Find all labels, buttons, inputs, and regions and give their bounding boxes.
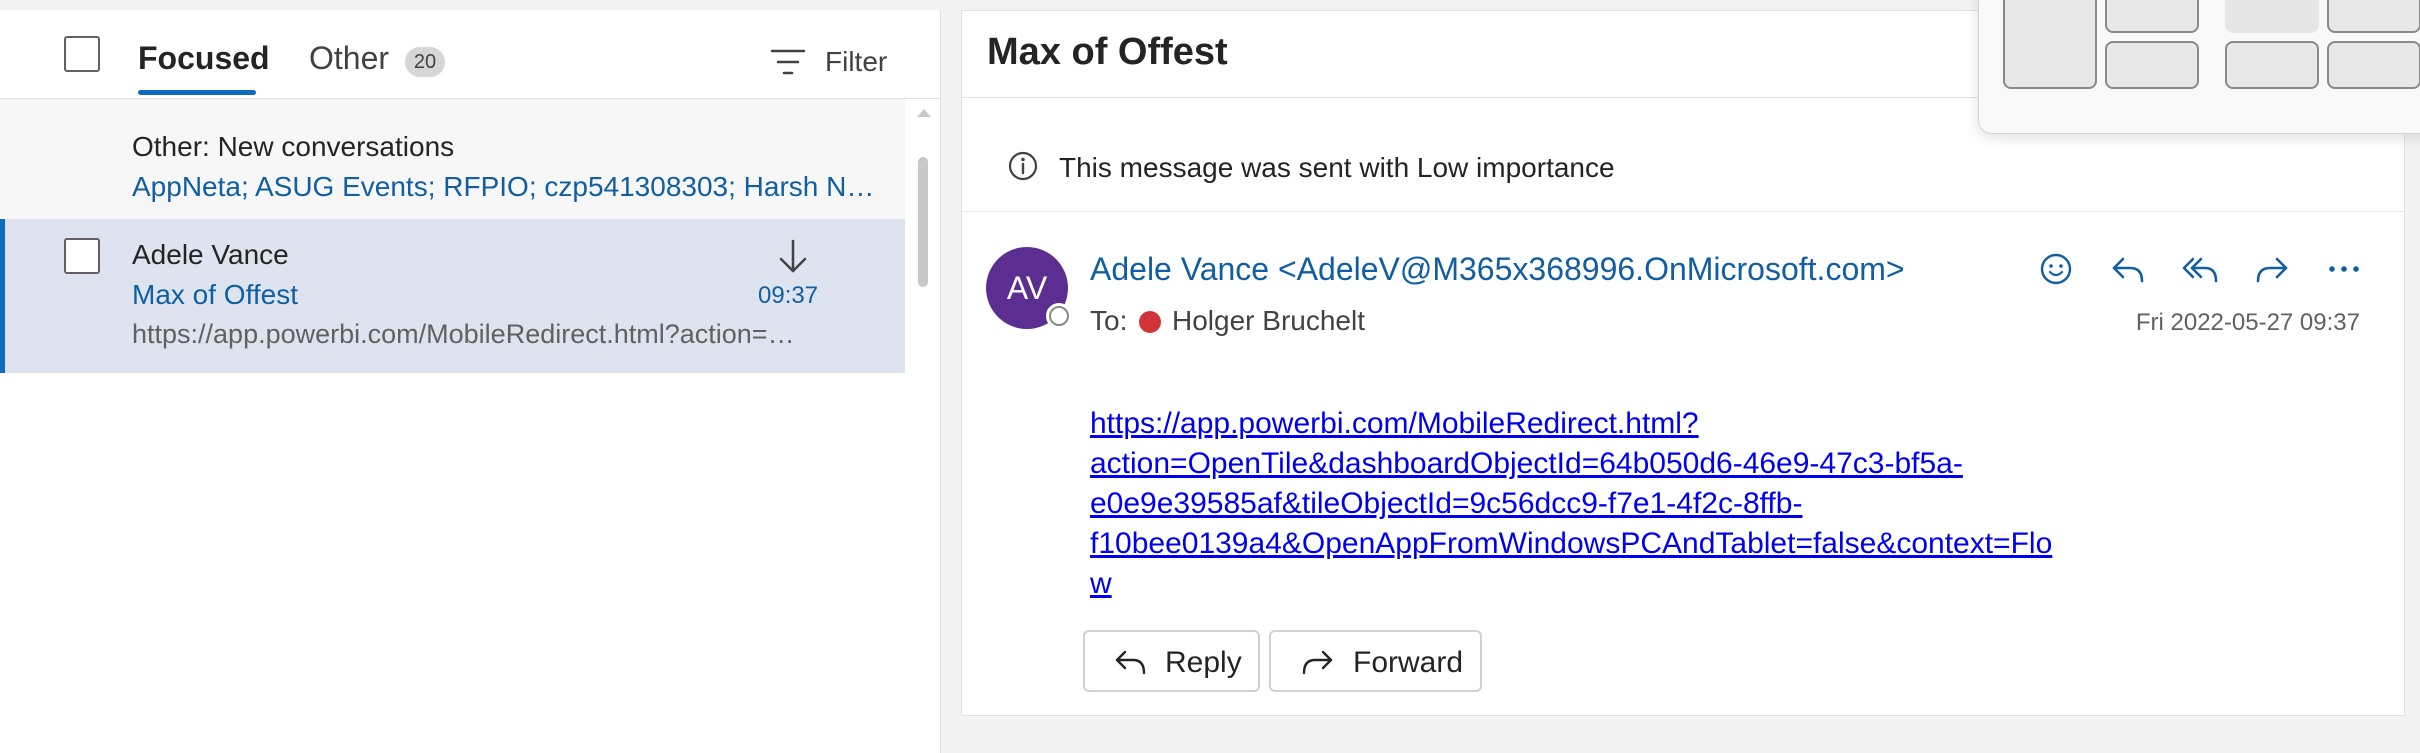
message-list-pane: Focused Other 20 Filter Other: New conve… bbox=[0, 10, 941, 753]
sent-date: Fri 2022-05-27 09:37 bbox=[2135, 309, 2360, 336]
message-body-link[interactable]: https://app.powerbi.com/MobileRedirect.h… bbox=[1090, 404, 2070, 604]
recipient-presence-busy-icon bbox=[1139, 311, 1161, 333]
forward-action-button[interactable] bbox=[2248, 245, 2296, 293]
forward-button-label: Forward bbox=[1353, 646, 1464, 679]
reply-button-label: Reply bbox=[1165, 646, 1242, 679]
emoji-react-icon bbox=[2040, 253, 2072, 285]
snap-zone-left-half[interactable] bbox=[2003, 0, 2097, 89]
snap-zone-quad-bottom-left[interactable] bbox=[2225, 41, 2319, 89]
tab-focused[interactable]: Focused bbox=[138, 40, 270, 77]
reply-all-action-button[interactable] bbox=[2176, 245, 2224, 293]
snap-zone-quad-top-left[interactable] bbox=[2225, 0, 2319, 33]
reply-icon bbox=[2112, 257, 2144, 283]
message-checkbox[interactable] bbox=[64, 238, 100, 274]
forward-button[interactable]: Forward bbox=[1269, 630, 1482, 692]
scrollbar-thumb[interactable] bbox=[918, 157, 928, 287]
message-time: 09:37 bbox=[758, 282, 819, 309]
reply-all-icon bbox=[2182, 257, 2218, 283]
filter-label: Filter bbox=[825, 46, 888, 77]
message-list-header: Focused Other 20 Filter bbox=[0, 10, 940, 99]
tab-other[interactable]: Other bbox=[309, 40, 389, 77]
message-list: Other: New conversations AppNeta; ASUG E… bbox=[0, 99, 940, 753]
more-options-icon bbox=[2329, 266, 2359, 272]
more-options-button[interactable] bbox=[2320, 245, 2368, 293]
other-conversations-row[interactable]: Other: New conversations AppNeta; ASUG E… bbox=[0, 99, 905, 219]
list-item[interactable]: Adele Vance Max of Offest 09:37 https://… bbox=[0, 219, 905, 373]
filter-icon bbox=[770, 49, 806, 75]
reply-icon bbox=[1115, 650, 1146, 675]
reply-action-button[interactable] bbox=[2104, 245, 2152, 293]
message-list-scrollbar[interactable] bbox=[912, 99, 936, 753]
message-subject: Max of Offest bbox=[132, 279, 298, 310]
snap-layouts-flyout bbox=[1978, 0, 2420, 134]
link-line: e0e9e39585af&tileObjectId=9c56dcc9-f7e1-… bbox=[1090, 487, 1803, 520]
email-subject-heading: Max of Offest bbox=[987, 31, 1228, 73]
message-sender: Adele Vance bbox=[132, 239, 289, 270]
link-line: https://app.powerbi.com/MobileRedirect.h… bbox=[1090, 407, 1699, 440]
message-preview: https://app.powerbi.com/MobileRedirect.h… bbox=[132, 319, 807, 349]
other-conversations-senders: AppNeta; ASUG Events; RFPIO; czp54130830… bbox=[132, 171, 882, 202]
presence-status-icon bbox=[1046, 303, 1072, 329]
low-importance-arrow-icon bbox=[779, 239, 807, 273]
forward-icon bbox=[1302, 650, 1333, 675]
info-icon bbox=[1008, 151, 1038, 181]
sender-address[interactable]: Adele Vance <AdeleV@M365x368996.OnMicros… bbox=[1090, 251, 1905, 288]
importance-message: This message was sent with Low importanc… bbox=[1059, 152, 1615, 183]
recipient-name[interactable]: Holger Bruchelt bbox=[1172, 305, 1365, 337]
other-unread-badge: 20 bbox=[405, 47, 445, 77]
link-line: f10bee0139a4&OpenAppFromWindowsPCAndTabl… bbox=[1090, 527, 2053, 600]
snap-zone-quad-top-right[interactable] bbox=[2327, 0, 2420, 33]
link-line: action=OpenTile&dashboardObjectId=64b050… bbox=[1090, 447, 1963, 480]
scroll-up-icon[interactable] bbox=[916, 107, 932, 119]
reply-button[interactable]: Reply bbox=[1083, 630, 1260, 692]
forward-icon bbox=[2256, 257, 2288, 283]
snap-zone-top-right[interactable] bbox=[2105, 0, 2199, 33]
to-label: To: bbox=[1090, 305, 1128, 336]
snap-zone-quad-bottom-right[interactable] bbox=[2327, 41, 2420, 89]
selected-indicator bbox=[0, 219, 5, 373]
snap-zone-bottom-right[interactable] bbox=[2105, 41, 2199, 89]
select-all-checkbox[interactable] bbox=[64, 36, 100, 72]
tab-active-indicator bbox=[138, 90, 256, 95]
emoji-react-button[interactable] bbox=[2032, 245, 2080, 293]
other-conversations-title: Other: New conversations bbox=[132, 131, 455, 162]
